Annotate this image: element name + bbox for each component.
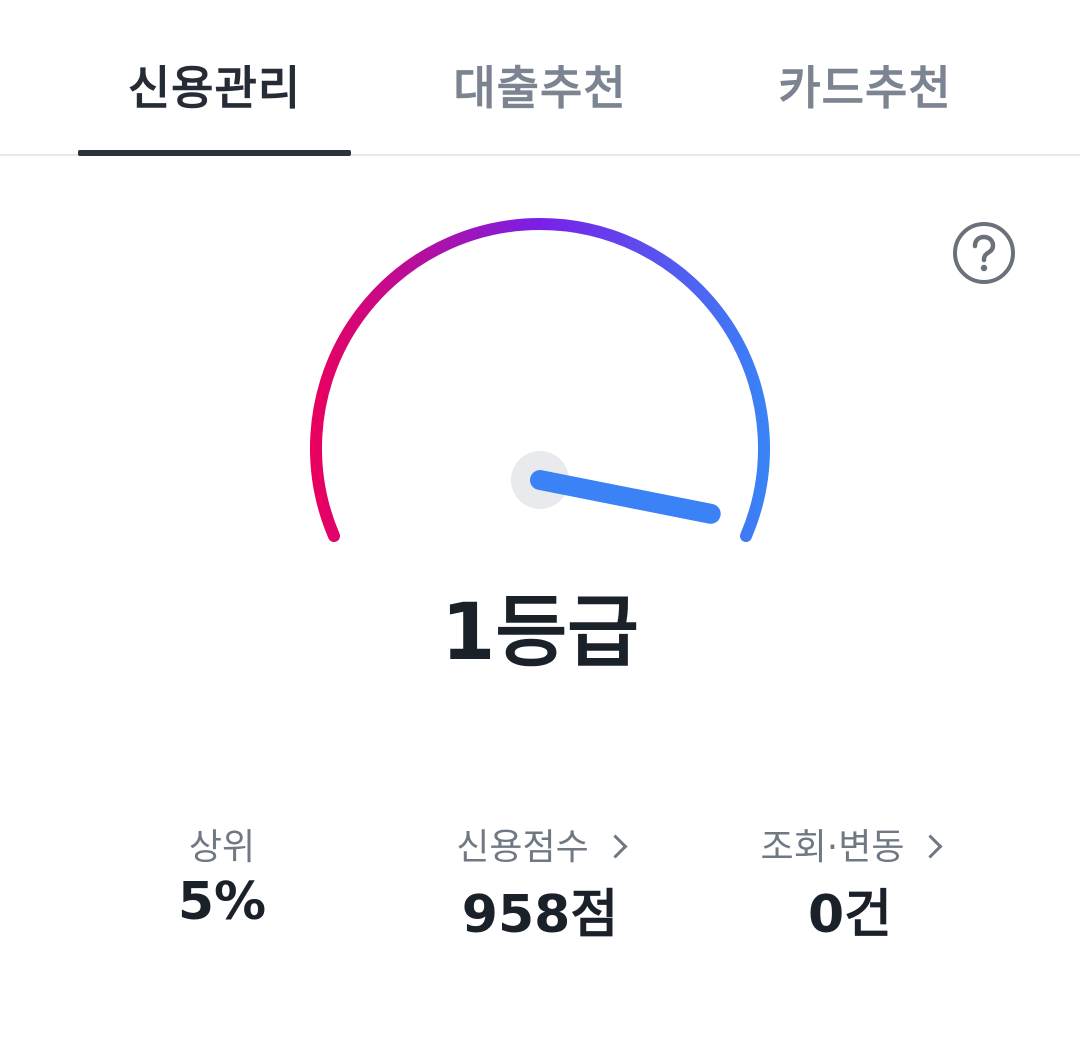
tab-credit-management[interactable]: 신용관리 [78,52,351,124]
percentile-value: 5% [177,872,267,932]
tab-loan-recommendation[interactable]: 대출추천 [420,52,660,124]
inquiry-change-link[interactable]: 조회·변동 [730,818,970,868]
chevron-right-icon [918,834,943,859]
percentile-label: 상위 [188,827,256,868]
inquiry-change-label: 조회·변동 [760,827,905,868]
help-icon[interactable] [952,221,1016,285]
tab-card-recommendation[interactable]: 카드추천 [745,52,985,124]
inquiry-change-value[interactable]: 0건 [730,872,970,945]
active-tab-indicator [78,150,351,156]
credit-score-link[interactable]: 신용점수 [420,818,660,868]
tab-bar: 신용관리 대출추천 카드추천 [0,0,1080,156]
credit-score-label: 신용점수 [456,827,589,868]
gauge-needle [530,470,721,524]
credit-score-value[interactable]: 958점 [420,872,660,945]
question-circle-icon [953,222,1015,284]
chevron-right-icon [603,834,628,859]
credit-gauge [310,218,770,542]
credit-grade: 1등급 [441,588,639,678]
